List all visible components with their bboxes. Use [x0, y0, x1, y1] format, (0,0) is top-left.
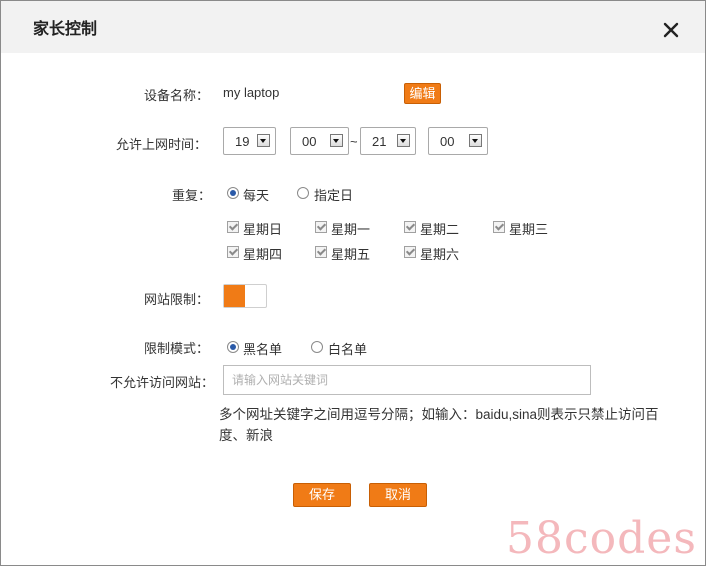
- site-limit-label: 网站限制：: [144, 292, 210, 307]
- repeat-daily-label: 每天: [243, 188, 270, 203]
- watermark: 58codes: [506, 513, 697, 564]
- blocked-sites-hint: 多个网址关键字之间用逗号分隔；如输入：baidu,sina则表示只禁止访问百度、…: [219, 407, 659, 443]
- repeat-label: 重复：: [172, 188, 212, 203]
- repeat-specific-label: 指定日: [314, 188, 354, 203]
- save-button[interactable]: 保存: [293, 483, 351, 507]
- parental-control-dialog: 家长控制 设备名称： my laptop 编辑 允许上网时间： 19 00 ~ …: [0, 0, 706, 566]
- day-label-sat: 星期六: [420, 247, 460, 262]
- whitelist-label: 白名单: [328, 342, 368, 357]
- end-minute-select[interactable]: 00: [428, 127, 488, 155]
- dialog-title: 家长控制: [33, 21, 98, 38]
- close-icon[interactable]: [659, 18, 683, 42]
- blacklist-radio[interactable]: [227, 341, 239, 353]
- day-label-wed: 星期三: [509, 222, 549, 237]
- day-label-fri: 星期五: [331, 247, 371, 262]
- blocked-sites-label: 不允许访问网站：: [110, 375, 215, 390]
- site-limit-toggle[interactable]: [223, 284, 267, 308]
- day-checkbox-thu[interactable]: [227, 246, 239, 258]
- chevron-down-icon: [469, 134, 482, 147]
- time-separator: ~: [350, 134, 358, 149]
- whitelist-radio[interactable]: [311, 341, 323, 353]
- day-label-mon: 星期一: [331, 222, 371, 237]
- allowed-time-label: 允许上网时间：: [116, 137, 208, 152]
- day-label-sun: 星期日: [243, 222, 283, 237]
- end-hour-value: 21: [372, 134, 387, 149]
- toggle-on-indicator: [224, 285, 245, 307]
- start-minute-select[interactable]: 00: [290, 127, 349, 155]
- day-checkbox-tue[interactable]: [404, 221, 416, 233]
- chevron-down-icon: [397, 134, 410, 147]
- repeat-daily-radio[interactable]: [227, 187, 239, 199]
- day-checkbox-sun[interactable]: [227, 221, 239, 233]
- blocked-sites-input[interactable]: [223, 365, 591, 395]
- blacklist-label: 黑名单: [243, 342, 283, 357]
- limit-mode-label: 限制模式：: [144, 341, 210, 356]
- start-hour-select[interactable]: 19: [223, 127, 276, 155]
- dialog-header: 家长控制: [1, 1, 705, 53]
- chevron-down-icon: [257, 134, 270, 147]
- start-minute-value: 00: [302, 134, 317, 149]
- day-checkbox-sat[interactable]: [404, 246, 416, 258]
- start-hour-value: 19: [235, 134, 250, 149]
- chevron-down-icon: [330, 134, 343, 147]
- day-label-thu: 星期四: [243, 247, 283, 262]
- day-label-tue: 星期二: [420, 222, 460, 237]
- repeat-specific-radio[interactable]: [297, 187, 309, 199]
- device-name-value: my laptop: [223, 85, 280, 100]
- end-minute-value: 00: [440, 134, 455, 149]
- cancel-button[interactable]: 取消: [369, 483, 427, 507]
- day-checkbox-fri[interactable]: [315, 246, 327, 258]
- day-checkbox-mon[interactable]: [315, 221, 327, 233]
- device-name-label: 设备名称：: [144, 88, 210, 103]
- end-hour-select[interactable]: 21: [360, 127, 416, 155]
- edit-button[interactable]: 编辑: [404, 83, 441, 104]
- day-checkbox-wed[interactable]: [493, 221, 505, 233]
